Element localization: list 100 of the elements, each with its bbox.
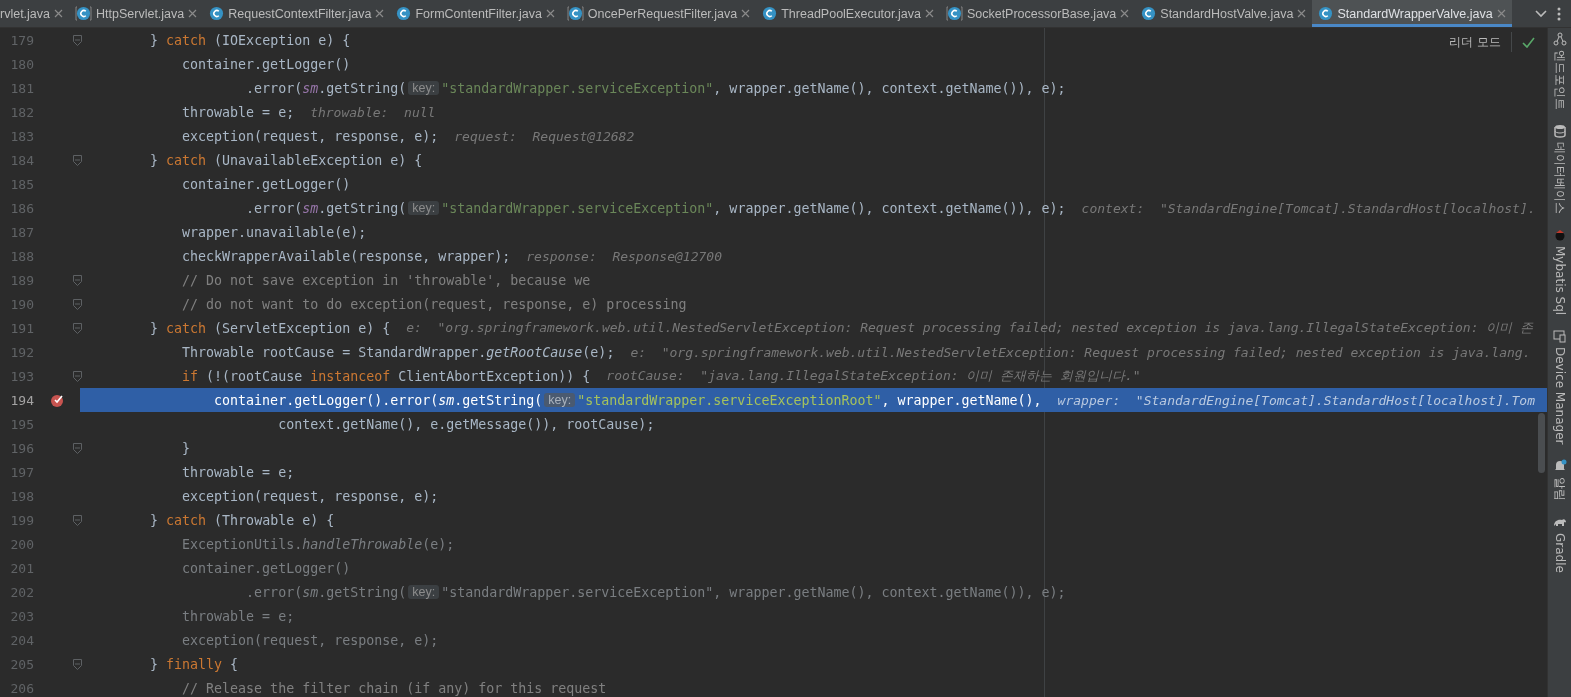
debug-value: response: Response@12700 [526, 248, 722, 264]
fold-icon[interactable] [73, 515, 82, 526]
class-icon [1141, 6, 1157, 21]
close-icon[interactable] [1297, 9, 1307, 18]
chevron-down-icon[interactable] [1535, 9, 1547, 18]
code-text: exception(request, response, e); [181, 128, 439, 144]
line-number: 186 [9, 200, 34, 216]
close-icon[interactable] [188, 9, 198, 18]
line-number: 199 [9, 512, 34, 528]
tool-window-button[interactable]: 알림 [1551, 458, 1568, 501]
code-text: } finally { [149, 656, 239, 672]
database-icon [1552, 124, 1567, 138]
check-icon [1522, 36, 1535, 48]
debug-value: wrapper: "StandardEngine[Tomcat].StandardHost[localhost].Tom [1057, 392, 1536, 408]
line-number: 202 [9, 584, 34, 600]
code-text: } [181, 440, 191, 456]
file-tab[interactable]: rvlet.java [0, 0, 70, 27]
close-icon[interactable] [375, 9, 385, 18]
breakpoint-icon[interactable] [50, 393, 65, 408]
line-number: 182 [9, 104, 34, 120]
more-icon[interactable] [1557, 6, 1561, 21]
network-icon [1552, 32, 1567, 46]
line-number: 181 [9, 80, 34, 96]
code-text: container.getLogger() [181, 56, 351, 72]
code-text: } catch (ServletException e) { [149, 320, 391, 336]
close-icon[interactable] [741, 9, 751, 18]
line-number: 188 [9, 248, 34, 264]
line-number: 195 [9, 416, 34, 432]
file-tab[interactable]: HttpServlet.java [69, 0, 204, 27]
parameter-hint: key: [408, 81, 440, 95]
parameter-hint: key: [408, 585, 440, 599]
code-text: "standardWrapper.serviceExceptionRoot", wrapper.getName(), [577, 392, 1042, 408]
line-number: 179 [9, 32, 34, 48]
line-number: 196 [9, 440, 34, 456]
class-icon [945, 6, 963, 21]
debug-value: context: "StandardEngine[Tomcat].StandardHost[localhost]. [1081, 200, 1536, 216]
file-tab[interactable]: StandardHostValve.java [1135, 0, 1313, 27]
class-icon [566, 6, 584, 21]
code-text: wrapper.unavailable(e); [181, 224, 367, 240]
code-text: } catch (UnavailableException e) { [149, 152, 423, 168]
code-text: container.getLogger() [181, 560, 351, 576]
close-icon[interactable] [924, 9, 934, 18]
code-text: throwable = e; [181, 608, 295, 624]
close-icon[interactable] [545, 9, 555, 18]
code-text: throwable = e; [181, 104, 295, 120]
line-number: 184 [9, 152, 34, 168]
code-text: exception(request, response, e); [181, 488, 439, 504]
code-text: exception(request, response, e); [181, 632, 439, 648]
line-number: 206 [9, 680, 34, 696]
line-number: 193 [9, 368, 34, 384]
file-tab[interactable]: SocketProcessorBase.java [939, 0, 1136, 27]
class-icon [1318, 6, 1334, 21]
line-number: 189 [9, 272, 34, 288]
tool-window-button[interactable]: Device Manager [1551, 329, 1568, 445]
fold-icon[interactable] [73, 35, 82, 46]
code-text: Throwable rootCause = StandardWrapper.getRootCause(e); [181, 344, 615, 360]
code-text: if (!(rootCause instanceof ClientAbortException)) { [181, 368, 591, 384]
code-text: // Release the filter chain (if any) for this request [181, 680, 607, 696]
fold-icon[interactable] [73, 371, 82, 382]
file-tab[interactable]: FormContentFilter.java [390, 0, 561, 27]
line-number: 194 [9, 392, 34, 408]
fold-icon[interactable] [73, 443, 82, 454]
debug-value: rootCause: "java.lang.IllegalStateException: 이미 존재하는 회원입니다." [606, 367, 1141, 385]
line-number: 191 [9, 320, 34, 336]
close-icon[interactable] [54, 9, 64, 18]
scrollbar-thumb[interactable] [1538, 413, 1545, 473]
line-number: 201 [9, 560, 34, 576]
code-text: container.getLogger() [181, 176, 351, 192]
fold-icon[interactable] [73, 659, 82, 670]
line-number: 203 [9, 608, 34, 624]
file-tab[interactable]: OncePerRequestFilter.java [560, 0, 757, 27]
line-number: 185 [9, 176, 34, 192]
code-text: } catch (IOException e) { [149, 32, 351, 48]
class-icon [762, 6, 778, 21]
line-number: 192 [9, 344, 34, 360]
fold-icon[interactable] [73, 323, 82, 334]
file-tab[interactable]: StandardWrapperValve.java [1312, 0, 1512, 27]
line-number: 200 [9, 536, 34, 552]
file-tab[interactable]: ThreadPoolExecutor.java [756, 0, 940, 27]
code-text: context.getName(), e.getMessage()), rootCause); [277, 416, 655, 432]
line-number: 180 [9, 56, 34, 72]
line-number: 204 [9, 632, 34, 648]
reader-mode-link[interactable]: 리더 모드 [1449, 34, 1501, 50]
line-number: 190 [9, 296, 34, 312]
line-number: 183 [9, 128, 34, 144]
close-icon[interactable] [1120, 9, 1130, 18]
tool-window-button[interactable]: 데이터베이스 [1551, 124, 1568, 214]
close-icon[interactable] [1496, 9, 1506, 18]
fold-icon[interactable] [73, 275, 82, 286]
fold-icon[interactable] [73, 155, 82, 166]
tool-window-button[interactable]: Mybatis Sql [1551, 228, 1568, 316]
debug-value: e: "org.springframework.web.util.NestedServletException: Request processing failed; nested exception is java.lang.IllegalStateException: 이미 존 [406, 319, 1534, 337]
code-text: ExceptionUtils.handleThrowable(e); [181, 536, 455, 552]
class-icon [209, 6, 225, 21]
fold-icon[interactable] [73, 299, 82, 310]
line-number: 205 [9, 656, 34, 672]
code-text: "standardWrapper.serviceException", wrapper.getName(), context.getName()), e); [441, 80, 1066, 96]
file-tab[interactable]: RequestContextFilter.java [203, 0, 391, 27]
tool-window-button[interactable]: 엔드포인트 [1551, 32, 1568, 110]
tool-window-button[interactable]: Gradle [1551, 514, 1568, 573]
